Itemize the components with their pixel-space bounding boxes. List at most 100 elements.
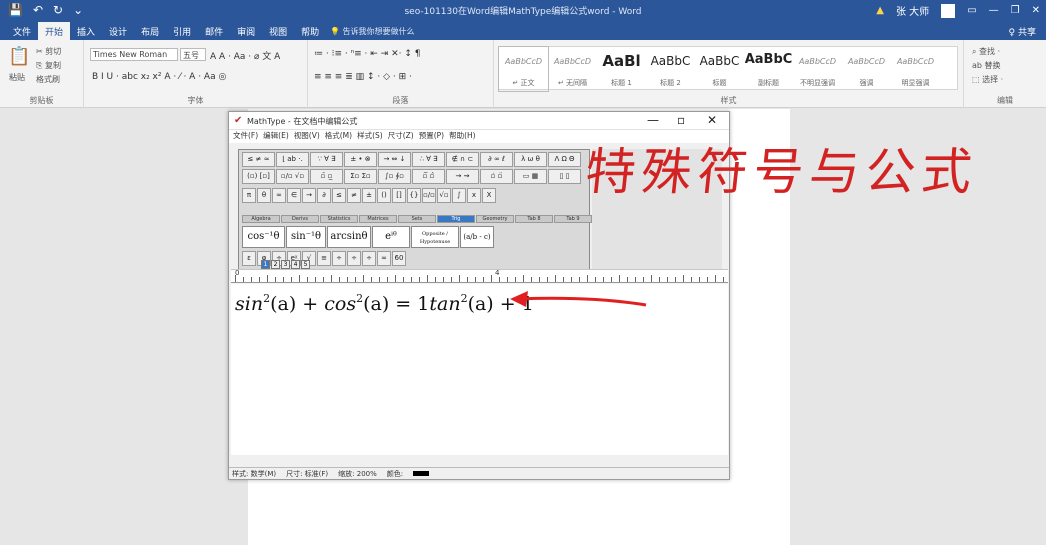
palette-button[interactable]: ≤ ≠ ≈ (242, 152, 275, 167)
restore-button[interactable]: ❐ (1011, 5, 1020, 16)
paste-button[interactable]: 粘贴 (9, 72, 25, 83)
palette-button[interactable]: () (377, 188, 391, 203)
palette-button[interactable]: {} (407, 188, 421, 203)
format-painter-button[interactable]: 格式刷 (36, 74, 60, 85)
menu-style[interactable]: 样式(S) (357, 130, 383, 143)
ribbon-display-icon[interactable]: ▭ (967, 5, 976, 16)
tab-references[interactable]: 引用 (166, 22, 198, 40)
palette-button[interactable]: ∞ (377, 251, 391, 266)
mathtype-minimize-button[interactable]: — (647, 113, 659, 127)
cut-button[interactable]: ✂ 剪切 (36, 46, 61, 57)
tab-help[interactable]: 帮助 (294, 22, 326, 40)
palette-tab[interactable]: Algebra (242, 215, 280, 223)
template-arccos[interactable]: cos⁻¹θ (242, 226, 285, 248)
palette-button[interactable]: θ (257, 188, 271, 203)
tell-me-search[interactable]: 💡 告诉我你想要做什么 (330, 26, 415, 37)
palette-tab[interactable]: Tab 9 (554, 215, 592, 223)
style-no-spacing[interactable]: AaBbCcD ↵ 无间隔 (548, 47, 597, 91)
tab-view[interactable]: 视图 (262, 22, 294, 40)
palette-button[interactable]: Λ Ω Θ (548, 152, 581, 167)
style-emphasis[interactable]: AaBbCcD 强调 (842, 47, 891, 91)
palette-button[interactable]: ± • ⊗ (344, 152, 377, 167)
palette-button[interactable]: ▫̄ ▫̲ (310, 169, 343, 184)
palette-button[interactable]: [] (392, 188, 406, 203)
palette-button[interactable]: x (467, 188, 481, 203)
palette-button[interactable]: ∵ ∀ ∃ (310, 152, 343, 167)
palette-button[interactable]: X (482, 188, 496, 203)
palette-button[interactable]: λ ω θ (514, 152, 547, 167)
avatar[interactable] (941, 3, 956, 18)
menu-help[interactable]: 帮助(H) (449, 130, 476, 143)
palette-button[interactable]: ▫/▫ √▫ (276, 169, 309, 184)
palette-button[interactable]: ∈ (287, 188, 301, 203)
menu-view[interactable]: 视图(V) (294, 130, 320, 143)
equation-editor[interactable]: sin2(a) + cos2(a) = 1tan2(a) + 1 (231, 284, 728, 468)
palette-button[interactable]: ÷ (347, 251, 361, 266)
palette-tab[interactable]: Tab 8 (515, 215, 553, 223)
palette-tab-trig[interactable]: Trig (437, 215, 475, 223)
template-arcsin-word[interactable]: arcsinθ (327, 226, 371, 248)
style-normal[interactable]: AaBbCcD ↵ 正文 (498, 46, 549, 92)
style-title[interactable]: AaBbC 标题 (695, 47, 744, 91)
tab-design[interactable]: 设计 (102, 22, 134, 40)
find-button[interactable]: ⌕ 查找 · (972, 46, 1000, 57)
color-swatch[interactable] (413, 471, 430, 476)
menu-edit[interactable]: 编辑(E) (263, 130, 289, 143)
menu-file[interactable]: 文件(F) (233, 130, 258, 143)
mathtype-close-button[interactable]: ✕ (707, 113, 717, 127)
style-heading-2[interactable]: AaBbC 标题 2 (646, 47, 695, 91)
palette-button[interactable]: ∫▫ ∮▫ (378, 169, 411, 184)
palette-button[interactable]: √▫ (437, 188, 451, 203)
palette-button[interactable]: ± (362, 188, 376, 203)
warning-icon[interactable]: ▲ (876, 5, 884, 16)
palette-button[interactable]: ∉ ∩ ⊂ (446, 152, 479, 167)
style-intense-emphasis[interactable]: AaBbCcD 明显强调 (891, 47, 940, 91)
palette-button[interactable]: ∂ (317, 188, 331, 203)
palette-tab[interactable]: Statistics (320, 215, 358, 223)
paragraph-row-2[interactable]: ≡ ≡ ≡ ≣ ▥ ↕ · ◇ · ⊞ · (314, 72, 412, 82)
palette-button[interactable]: (▫) [▫] (242, 169, 275, 184)
minimize-button[interactable]: — (989, 5, 999, 16)
size-button[interactable]: 2 (271, 260, 280, 269)
palette-button[interactable]: ▫̇ ▫̈ (480, 169, 513, 184)
palette-button[interactable]: π (242, 188, 256, 203)
palette-button[interactable]: ∂ ∞ ℓ (480, 152, 513, 167)
menu-format[interactable]: 格式(M) (325, 130, 352, 143)
mathtype-maximize-button[interactable]: ▫ (677, 113, 685, 127)
palette-button[interactable]: ÷ (332, 251, 346, 266)
palette-button[interactable]: ≡ (317, 251, 331, 266)
font-size-select[interactable]: 五号 (180, 48, 206, 61)
paragraph-row-1[interactable]: ≔ · ⁝≡ · ⁿ≡ · ⇤ ⇥ ✕· ↕ ¶ (314, 49, 420, 59)
palette-button[interactable]: ▭ ▦ (514, 169, 547, 184)
user-name[interactable]: 张 大师 (896, 3, 929, 18)
palette-tab[interactable]: Derivs (281, 215, 319, 223)
palette-button[interactable]: ∫ (452, 188, 466, 203)
replace-button[interactable]: ab 替换 (972, 60, 1001, 71)
style-heading-1[interactable]: AaBl 标题 1 (597, 47, 646, 91)
palette-tab[interactable]: Geometry (476, 215, 514, 223)
ruler[interactable]: 0 4 (231, 269, 728, 283)
palette-button[interactable]: → ⇔ ↓ (378, 152, 411, 167)
palette-button[interactable]: → ⇝ (446, 169, 479, 184)
menu-size[interactable]: 尺寸(Z) (388, 130, 414, 143)
style-subtitle[interactable]: AaBbC 副标题 (744, 47, 793, 91)
template-opposite-hypotenuse[interactable]: Opposite / Hypotenuse (411, 226, 459, 248)
palette-tab[interactable]: Matrices (359, 215, 397, 223)
palette-button[interactable]: ε (242, 251, 256, 266)
horizontal-scrollbar[interactable] (231, 455, 728, 467)
menu-preferences[interactable]: 预置(P) (419, 130, 444, 143)
palette-button[interactable]: ≠ (347, 188, 361, 203)
palette-button[interactable]: ⌊ ab ·. (276, 152, 309, 167)
palette-button[interactable]: Σ▫ Σ▫ (344, 169, 377, 184)
template-fraction[interactable]: (a/b - c) (460, 226, 494, 248)
tab-mailings[interactable]: 邮件 (198, 22, 230, 40)
paste-icon[interactable]: 📋 (8, 46, 30, 67)
copy-button[interactable]: ⎘ 复制 (36, 60, 61, 71)
tab-layout[interactable]: 布局 (134, 22, 166, 40)
tab-insert[interactable]: 插入 (70, 22, 102, 40)
palette-button[interactable]: ▯ ▯ (548, 169, 581, 184)
size-button[interactable]: 3 (281, 260, 290, 269)
size-button[interactable]: 5 (301, 260, 310, 269)
size-button[interactable]: 1 (261, 260, 270, 269)
tab-file[interactable]: 文件 (6, 22, 38, 40)
